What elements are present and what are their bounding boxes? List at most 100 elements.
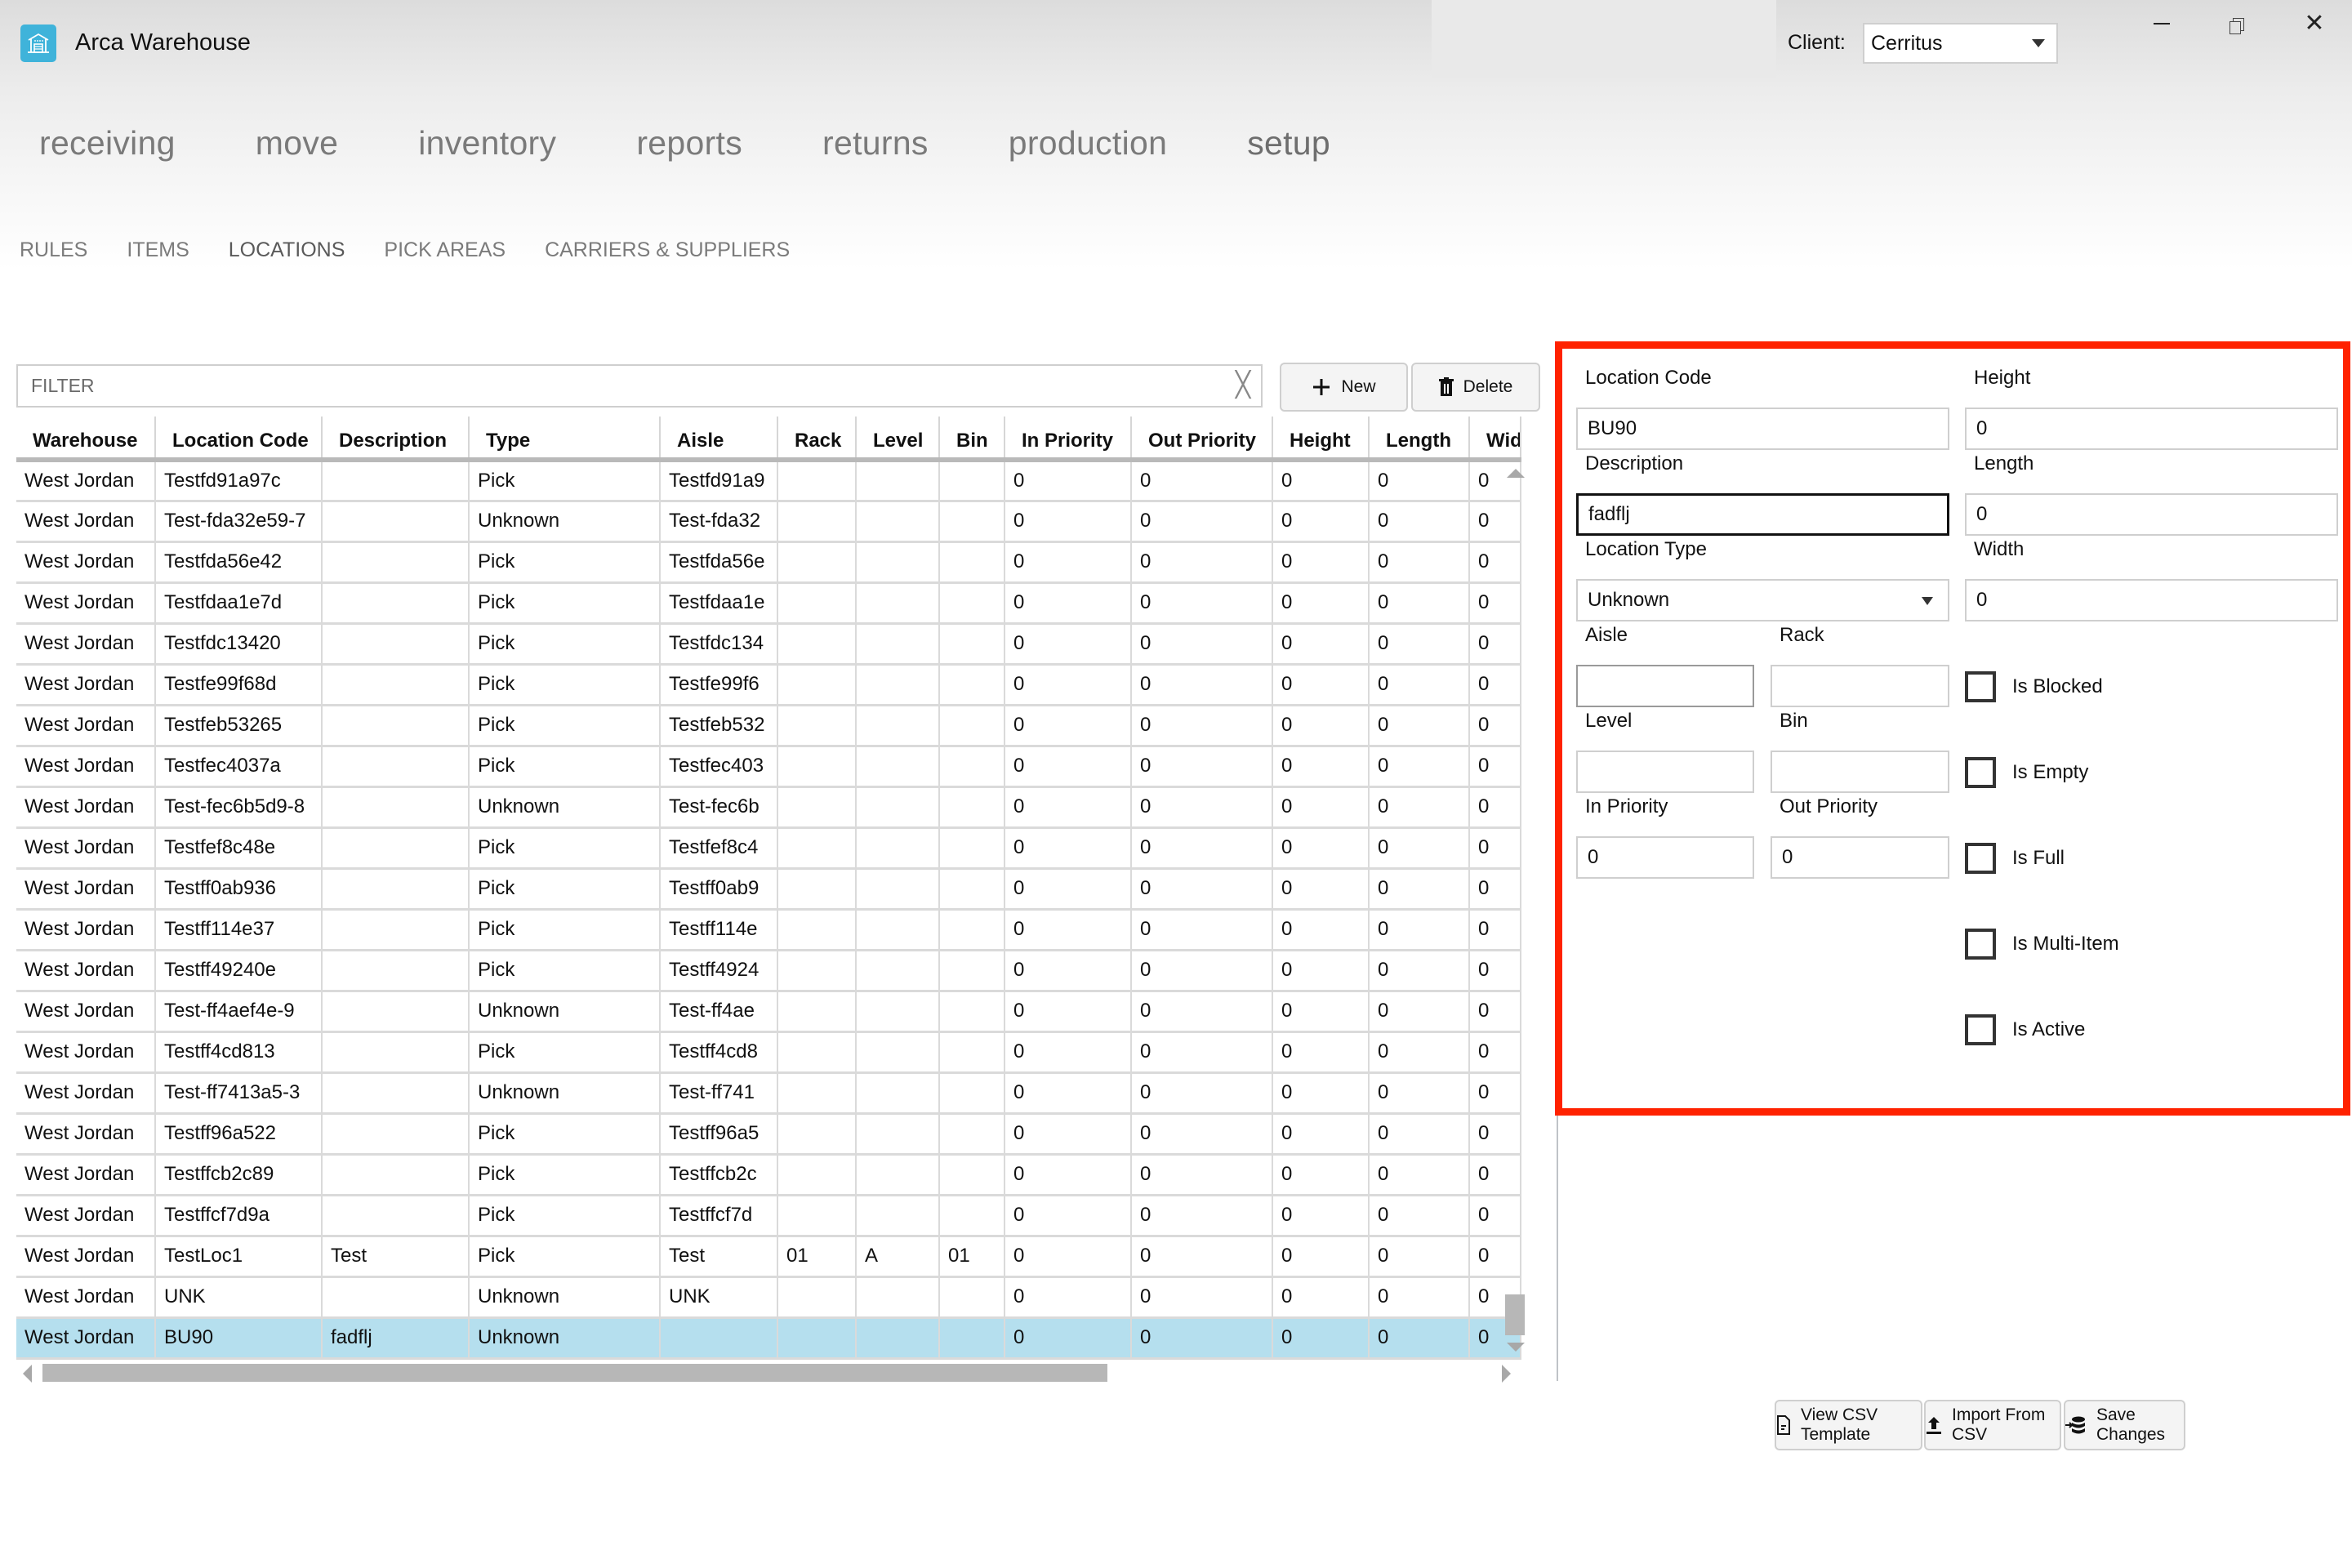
filter-input[interactable] <box>18 366 1194 406</box>
table-row[interactable]: West Jordan Testff49240e Pick Testff4924 0 0 0… <box>16 950 1521 992</box>
column-header[interactable]: Wid <box>1469 416 1521 462</box>
table-row[interactable]: West Jordan Testfeb53265 Pick Testfeb532 0 0 0… <box>16 705 1521 747</box>
table-row[interactable]: West Jordan Test-ff7413a5-3 Unknown Test-ff… <box>16 1072 1521 1115</box>
is-blocked-checkbox[interactable]: Is Blocked <box>1965 671 2103 702</box>
subtab-pick-areas[interactable]: PICK AREAS <box>384 238 506 262</box>
column-header[interactable]: Height <box>1272 416 1370 462</box>
is-active-checkbox[interactable]: Is Active <box>1965 1014 2085 1045</box>
table-row[interactable]: West Jordan Testff0ab936 Pick Testff0ab9 0 0 0… <box>16 868 1521 911</box>
bin-input[interactable] <box>1771 751 1949 793</box>
height-input[interactable]: 0 <box>1965 408 2338 450</box>
table-cell: 0 <box>1369 1195 1470 1237</box>
table-row[interactable]: West Jordan Testffcb2c89 Pick Testffcb2c 0 0 0… <box>16 1154 1521 1196</box>
out-priority-input[interactable]: 0 <box>1771 836 1949 879</box>
table-row[interactable]: West Jordan Testff4cd813 Pick Testff4cd8 0 0 0… <box>16 1031 1521 1074</box>
tab-move[interactable]: move <box>256 124 338 163</box>
table-row[interactable]: West Jordan UNK Unknown UNK 0 0 0 0 0 <box>16 1276 1521 1319</box>
scroll-right-icon[interactable] <box>1502 1365 1511 1383</box>
column-header[interactable]: Aisle <box>660 416 778 462</box>
table-row[interactable]: West Jordan Testfd91a97c Pick Testfd91a9 0 0 0… <box>16 460 1521 502</box>
table-cell <box>777 1276 857 1319</box>
width-input[interactable]: 0 <box>1965 579 2338 621</box>
is-empty-checkbox[interactable]: Is Empty <box>1965 757 2088 788</box>
column-header[interactable]: Description <box>322 416 470 462</box>
table-row[interactable]: West Jordan Testfdc13420 Pick Testfdc134 0 0 0… <box>16 623 1521 666</box>
client-select[interactable]: Cerritus <box>1863 23 2058 64</box>
column-header[interactable]: In Priority <box>1004 416 1132 462</box>
table-row[interactable]: West Jordan Testfe99f68d Pick Testfe99f6 0 0 0… <box>16 664 1521 706</box>
table-cell <box>322 909 470 951</box>
table-cell: West Jordan <box>16 746 156 788</box>
clear-filter-icon[interactable]: ╳ <box>1232 373 1254 398</box>
horizontal-scroll-thumb[interactable] <box>42 1364 1107 1382</box>
table-cell <box>777 541 857 584</box>
description-input[interactable]: fadflj <box>1576 493 1949 536</box>
save-changes-button[interactable]: Save Changes <box>2064 1400 2185 1450</box>
level-input[interactable] <box>1576 751 1754 793</box>
is-full-checkbox[interactable]: Is Full <box>1965 843 2065 874</box>
column-header[interactable]: Warehouse <box>16 416 156 462</box>
subtab-carriers-suppliers[interactable]: CARRIERS & SUPPLIERS <box>545 238 790 262</box>
table-row[interactable]: West Jordan Testfef8c48e Pick Testfef8c4 0 0 0… <box>16 827 1521 870</box>
tab-setup[interactable]: setup <box>1247 124 1330 163</box>
in-priority-input[interactable]: 0 <box>1576 836 1754 879</box>
table-row[interactable]: West Jordan Testfec4037a Pick Testfec403 0 0 0… <box>16 746 1521 788</box>
location-type-select[interactable]: Unknown <box>1576 579 1949 621</box>
vertical-scroll-thumb[interactable] <box>1505 1294 1525 1335</box>
subtab-items[interactable]: ITEMS <box>127 238 189 262</box>
table-row[interactable]: West Jordan Testff96a522 Pick Testff96a5 0 0 0… <box>16 1113 1521 1156</box>
table-row[interactable]: West Jordan Test-fec6b5d9-8 Unknown Test-fe… <box>16 786 1521 829</box>
scroll-up-icon[interactable] <box>1507 469 1525 478</box>
table-row[interactable]: West Jordan Test-fda32e59-7 Unknown Test-fd… <box>16 501 1521 543</box>
table-cell: 01 <box>777 1236 857 1278</box>
horizontal-scrollbar[interactable] <box>16 1362 1511 1383</box>
column-header[interactable]: Length <box>1369 416 1470 462</box>
tab-returns[interactable]: returns <box>822 124 929 163</box>
table-row-selected[interactable]: West Jordan BU90 fadflj Unknown 0 0 0 0 0 <box>16 1317 1521 1360</box>
tab-reports[interactable]: reports <box>636 124 742 163</box>
column-header[interactable]: Out Priority <box>1131 416 1273 462</box>
table-row[interactable]: West Jordan Test-ff4aef4e-9 Unknown Test-ff… <box>16 991 1521 1033</box>
titlebar-drag-area[interactable] <box>1432 0 1776 78</box>
table-cell: West Jordan <box>16 1195 156 1237</box>
subtab-rules[interactable]: RULES <box>20 238 87 262</box>
tab-inventory[interactable]: inventory <box>418 124 556 163</box>
minimize-button[interactable] <box>2140 11 2189 44</box>
column-header[interactable]: Type <box>469 416 661 462</box>
view-csv-template-button[interactable]: View CSV Template <box>1775 1400 1922 1450</box>
column-header[interactable]: Level <box>856 416 940 462</box>
restore-button[interactable] <box>2213 11 2262 44</box>
tab-receiving[interactable]: receiving <box>39 124 176 163</box>
vertical-scrollbar[interactable] <box>1504 466 1529 1356</box>
delete-button[interactable]: Delete <box>1411 363 1540 412</box>
column-header[interactable]: Location Code <box>155 416 323 462</box>
column-header[interactable]: Bin <box>939 416 1005 462</box>
location-code-input[interactable]: BU90 <box>1576 408 1949 450</box>
column-header[interactable]: Rack <box>777 416 857 462</box>
table-cell: West Jordan <box>16 501 156 543</box>
grid-header-row: Warehouse Location Code Description Type Ais… <box>16 416 1521 462</box>
scroll-left-icon[interactable] <box>23 1365 32 1383</box>
table-row[interactable]: West Jordan Testfda56e42 Pick Testfda56e 0 0 0… <box>16 541 1521 584</box>
new-button[interactable]: New <box>1280 363 1408 412</box>
length-input[interactable]: 0 <box>1965 493 2338 536</box>
tab-production[interactable]: production <box>1009 124 1167 163</box>
aisle-input[interactable] <box>1576 665 1754 707</box>
import-from-csv-button[interactable]: Import From CSV <box>1924 1400 2061 1450</box>
close-window-button[interactable]: ✕ <box>2290 11 2339 44</box>
subtab-locations[interactable]: LOCATIONS <box>229 238 345 262</box>
table-row[interactable]: West Jordan TestLoc1 Test Pick Test 01 A 01 0 0 0 0… <box>16 1236 1521 1278</box>
is-multi-item-checkbox[interactable]: Is Multi-Item <box>1965 929 2119 960</box>
plus-icon <box>1312 377 1331 397</box>
table-cell: 0 <box>1272 460 1370 502</box>
table-cell: 0 <box>1369 460 1470 502</box>
rack-input[interactable] <box>1771 665 1949 707</box>
table-row[interactable]: West Jordan Testffcf7d9a Pick Testffcf7d 0 0 0… <box>16 1195 1521 1237</box>
table-row[interactable]: West Jordan Testff114e37 Pick Testff114e 0 0 0… <box>16 909 1521 951</box>
table-row[interactable]: West Jordan Testfdaa1e7d Pick Testfdaa1e 0 0 0… <box>16 582 1521 625</box>
table-cell <box>322 664 470 706</box>
scroll-down-icon[interactable] <box>1507 1343 1525 1352</box>
table-cell: West Jordan <box>16 1236 156 1278</box>
table-cell <box>777 746 857 788</box>
table-cell <box>777 827 857 870</box>
